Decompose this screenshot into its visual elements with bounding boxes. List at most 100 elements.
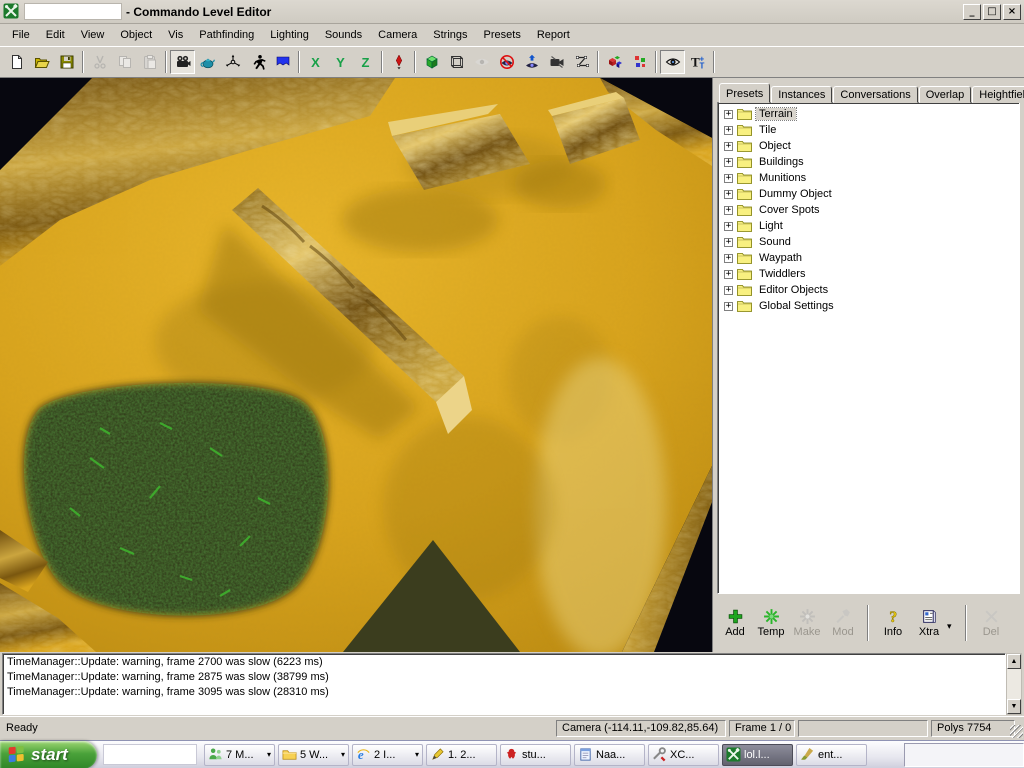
taskbar-button-xc[interactable]: XC...: [648, 744, 719, 766]
menu-pathfinding[interactable]: Pathfinding: [191, 26, 262, 44]
tree-item-twiddlers[interactable]: +Twiddlers: [720, 266, 1017, 282]
scroll-down-icon[interactable]: ▼: [1007, 699, 1021, 714]
tree-item-buildings[interactable]: +Buildings: [720, 154, 1017, 170]
chevron-down-icon[interactable]: ▾: [415, 750, 419, 759]
toolbar-button-paste[interactable]: [137, 50, 162, 74]
menu-lighting[interactable]: Lighting: [262, 26, 317, 44]
expand-plus-icon[interactable]: +: [724, 286, 733, 295]
expand-plus-icon[interactable]: +: [724, 174, 733, 183]
log-scrollbar[interactable]: ▲ ▼: [1006, 653, 1022, 715]
maximize-button[interactable]: □: [983, 4, 1001, 20]
chevron-down-icon[interactable]: ▾: [267, 750, 271, 759]
menu-presets[interactable]: Presets: [476, 26, 529, 44]
taskbar-button-stu[interactable]: stu...: [500, 744, 571, 766]
toolbar-button-camera-clap[interactable]: [544, 50, 569, 74]
tree-item-sound[interactable]: +Sound: [720, 234, 1017, 250]
menu-vis[interactable]: Vis: [160, 26, 191, 44]
toolbar-button-save[interactable]: [54, 50, 79, 74]
tab-heightfield[interactable]: Heightfield: [972, 86, 1024, 103]
expand-plus-icon[interactable]: +: [724, 302, 733, 311]
expand-plus-icon[interactable]: +: [724, 126, 733, 135]
menu-sounds[interactable]: Sounds: [317, 26, 370, 44]
expand-plus-icon[interactable]: +: [724, 238, 733, 247]
make-button[interactable]: Make: [789, 608, 825, 638]
taskbar-button-label: Naa...: [596, 749, 625, 761]
toolbar-button-rgb-cubes[interactable]: [602, 50, 627, 74]
taskbar-button-lol-l[interactable]: lol.l...: [722, 744, 793, 766]
tab-instances[interactable]: Instances: [771, 86, 832, 103]
toolbar-button-new-file[interactable]: [4, 50, 29, 74]
toolbar-button-cut[interactable]: [87, 50, 112, 74]
taskbar-button-ent[interactable]: ent...: [796, 744, 867, 766]
tree-item-cover-spots[interactable]: +Cover Spots: [720, 202, 1017, 218]
start-button[interactable]: start: [0, 741, 97, 768]
scroll-up-icon[interactable]: ▲: [1007, 654, 1021, 669]
chevron-down-icon[interactable]: ▾: [341, 750, 345, 759]
toolbar-button-eye-blocked[interactable]: [494, 50, 519, 74]
minimize-button[interactable]: _: [963, 4, 981, 20]
tree-item-munitions[interactable]: +Munitions: [720, 170, 1017, 186]
menu-edit[interactable]: Edit: [38, 26, 73, 44]
tree-item-dummy-object[interactable]: +Dummy Object: [720, 186, 1017, 202]
tab-overlap[interactable]: Overlap: [919, 86, 972, 103]
menu-strings[interactable]: Strings: [425, 26, 475, 44]
add-button[interactable]: Add: [717, 608, 753, 638]
toolbar-button-copy[interactable]: [112, 50, 137, 74]
menu-camera[interactable]: Camera: [370, 26, 425, 44]
toolbar-button-axis-x[interactable]: X: [303, 50, 328, 74]
xtra-button[interactable]: Xtra: [911, 608, 947, 638]
tree-item-global-settings[interactable]: +Global Settings: [720, 298, 1017, 314]
tree-item-tile[interactable]: +Tile: [720, 122, 1017, 138]
menu-view[interactable]: View: [73, 26, 113, 44]
toolbar-button-running-man[interactable]: [245, 50, 270, 74]
expand-plus-icon[interactable]: +: [724, 222, 733, 231]
taskbar-button-7-m[interactable]: 7 M...▾: [204, 744, 275, 766]
toolbar-button-green-cube[interactable]: [419, 50, 444, 74]
toolbar-button-wire-cube[interactable]: [444, 50, 469, 74]
expand-plus-icon[interactable]: +: [724, 110, 733, 119]
toolbar-button-text-tool[interactable]: T+T: [685, 50, 710, 74]
taskbar-button-2-i[interactable]: e2 I...▾: [352, 744, 423, 766]
viewport-3d-scene[interactable]: [0, 78, 713, 652]
tab-conversations[interactable]: Conversations: [833, 86, 917, 103]
expand-plus-icon[interactable]: +: [724, 142, 733, 151]
expand-plus-icon[interactable]: +: [724, 158, 733, 167]
expand-plus-icon[interactable]: +: [724, 254, 733, 263]
tree-item-editor-objects[interactable]: +Editor Objects: [720, 282, 1017, 298]
resize-grip[interactable]: [1010, 725, 1023, 738]
toolbar-button-flag[interactable]: [270, 50, 295, 74]
taskbar-button-naa[interactable]: Naa...: [574, 744, 645, 766]
toolbar-button-eye-arrow[interactable]: [469, 50, 494, 74]
menu-report[interactable]: Report: [529, 26, 578, 44]
menu-file[interactable]: File: [4, 26, 38, 44]
tree-item-light[interactable]: +Light: [720, 218, 1017, 234]
tree-item-terrain[interactable]: +Terrain: [720, 106, 1017, 122]
temp-button[interactable]: Temp: [753, 608, 789, 638]
tree-item-waypath[interactable]: +Waypath: [720, 250, 1017, 266]
toolbar-button-polygon-z[interactable]: [569, 50, 594, 74]
info-button[interactable]: ?Info: [875, 608, 911, 638]
mod-button[interactable]: Mod: [825, 608, 861, 638]
toolbar-button-eye-frame[interactable]: [660, 50, 685, 74]
xtra-dropdown-arrow-icon[interactable]: ▾: [947, 613, 959, 632]
del-button[interactable]: Del: [973, 608, 1009, 638]
expand-plus-icon[interactable]: +: [724, 206, 733, 215]
expand-plus-icon[interactable]: +: [724, 190, 733, 199]
toolbar-button-teapot[interactable]: [195, 50, 220, 74]
menu-object[interactable]: Object: [112, 26, 160, 44]
expand-plus-icon[interactable]: +: [724, 270, 733, 279]
toolbar-button-rgb-squares[interactable]: [627, 50, 652, 74]
toolbar-button-axis-gizmo[interactable]: [220, 50, 245, 74]
toolbar-button-axis-z[interactable]: Z: [353, 50, 378, 74]
toolbar-button-open-folder[interactable]: [29, 50, 54, 74]
taskbar-button-1-2[interactable]: 1. 2...: [426, 744, 497, 766]
quick-launch-area[interactable]: [103, 744, 197, 765]
tree-item-object[interactable]: +Object: [720, 138, 1017, 154]
toolbar-button-axis-y[interactable]: Y: [328, 50, 353, 74]
close-button[interactable]: ×: [1003, 4, 1021, 20]
toolbar-button-red-pointer[interactable]: [386, 50, 411, 74]
taskbar-button-5-w[interactable]: 5 W...▾: [278, 744, 349, 766]
tab-presets[interactable]: Presets: [719, 83, 770, 103]
toolbar-button-eye-raise[interactable]: [519, 50, 544, 74]
toolbar-button-movie-camera[interactable]: [170, 50, 195, 74]
